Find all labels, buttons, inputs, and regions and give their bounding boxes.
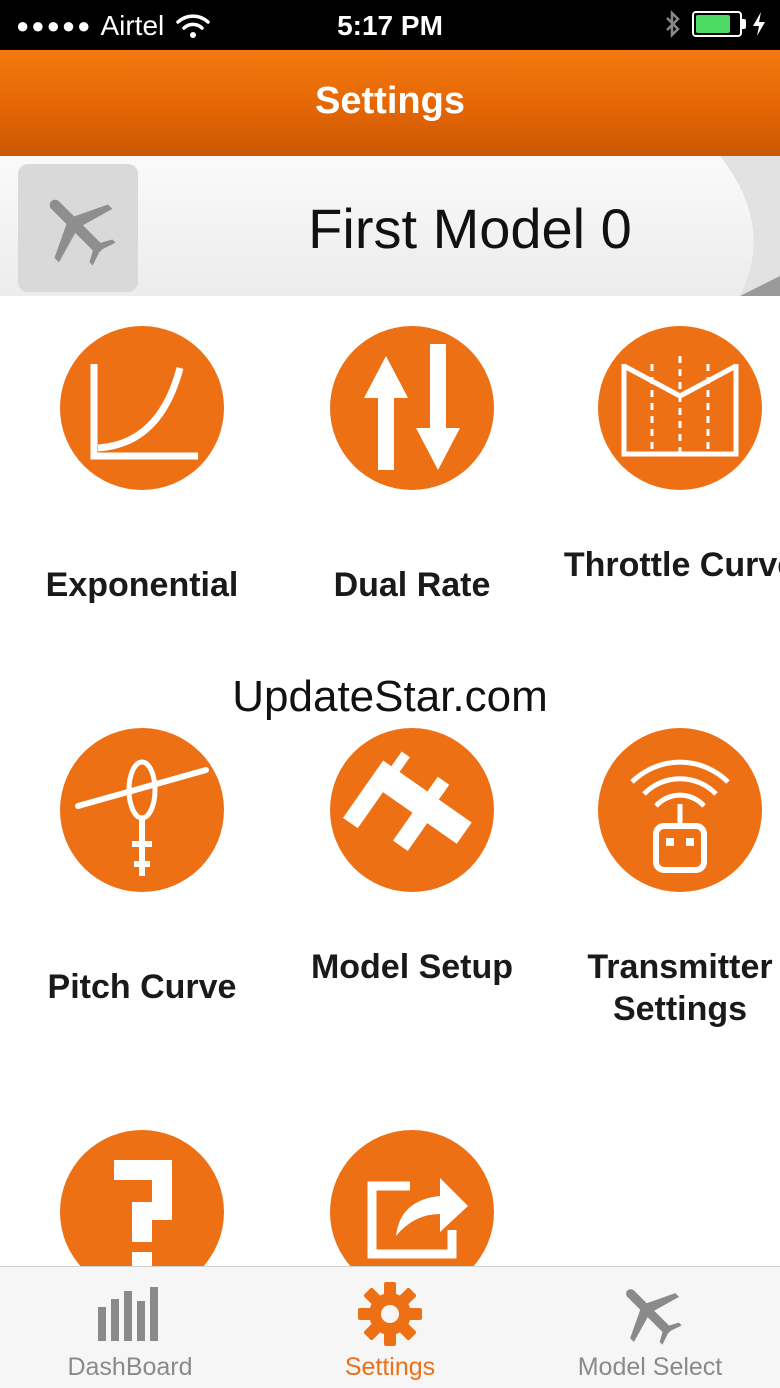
charging-bolt-icon [753,12,765,36]
tab-bar: DashBoard Settings Model Select [0,1266,780,1388]
throttle-curve-label: Throttle Curve [563,546,780,584]
airplane-icon [49,199,116,266]
bluetooth-icon [666,10,680,38]
status-time: 5:17 PM [337,10,443,41]
model-thumbnail [18,164,138,292]
share-icon [330,1130,494,1266]
exponential-icon [60,326,224,490]
tab-dashboard[interactable]: DashBoard [0,1267,260,1388]
tab-label-settings: Settings [344,1353,436,1381]
share-tile[interactable] [282,1130,542,1266]
help-icon [60,1130,224,1266]
exponential-label: Exponential [45,566,239,604]
watermark-text: UpdateStar.com [232,672,548,721]
page-title: Settings [315,80,465,122]
transmitter-settings-label: Transmitter Settings [587,948,773,1028]
pitch-curve-tile[interactable]: Pitch Curve [12,728,272,1028]
bar-chart-icon [98,1287,158,1341]
dual-rate-icon [330,326,494,490]
dual-rate-tile[interactable]: Dual Rate [282,326,542,626]
model-setup-label: Model Setup [310,948,514,986]
caliper-icon [330,728,494,892]
nav-bar: Settings [0,50,780,156]
decorative-swoosh [720,156,780,296]
transmitter-icon [598,728,762,892]
helicopter-icon [60,728,224,892]
tab-label-model-select: Model Select [577,1353,723,1381]
exponential-tile[interactable]: Exponential [12,326,272,626]
battery-icon [692,11,746,37]
dual-rate-label: Dual Rate [333,566,491,604]
model-name: First Model 0 [308,197,632,260]
throttle-curve-tile[interactable]: Throttle Curve [550,326,780,626]
gear-icon [358,1282,422,1346]
transmitter-settings-tile[interactable]: Transmitter Settings [550,728,780,1028]
help-tile[interactable] [12,1130,272,1266]
tab-label-dashboard: DashBoard [67,1353,193,1381]
model-setup-tile[interactable]: Model Setup [282,728,542,1028]
status-right [664,10,766,38]
throttle-curve-icon [598,326,762,490]
current-model-bar[interactable]: First Model 0 [0,156,780,296]
airplane-icon [626,1289,682,1345]
tab-settings[interactable]: Settings [260,1267,520,1388]
tab-model-select[interactable]: Model Select [520,1267,780,1388]
status-bar: ●●●●● Airtel 5:17 PM [0,0,780,50]
pitch-curve-label: Pitch Curve [47,968,237,1006]
